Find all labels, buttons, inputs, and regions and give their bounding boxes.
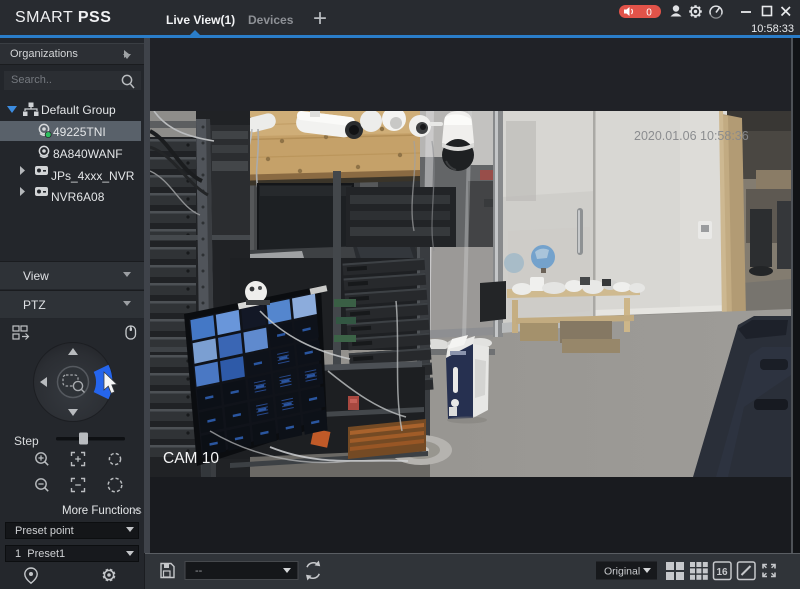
svg-text:16: 16 xyxy=(716,567,728,578)
svg-text:CAM 10: CAM 10 xyxy=(163,450,219,467)
svg-text:2020.01.06 10:58:36: 2020.01.06 10:58:36 xyxy=(634,129,749,143)
svg-text:0: 0 xyxy=(646,8,652,19)
svg-text:--: -- xyxy=(195,565,203,577)
svg-text:Original: Original xyxy=(604,566,640,578)
